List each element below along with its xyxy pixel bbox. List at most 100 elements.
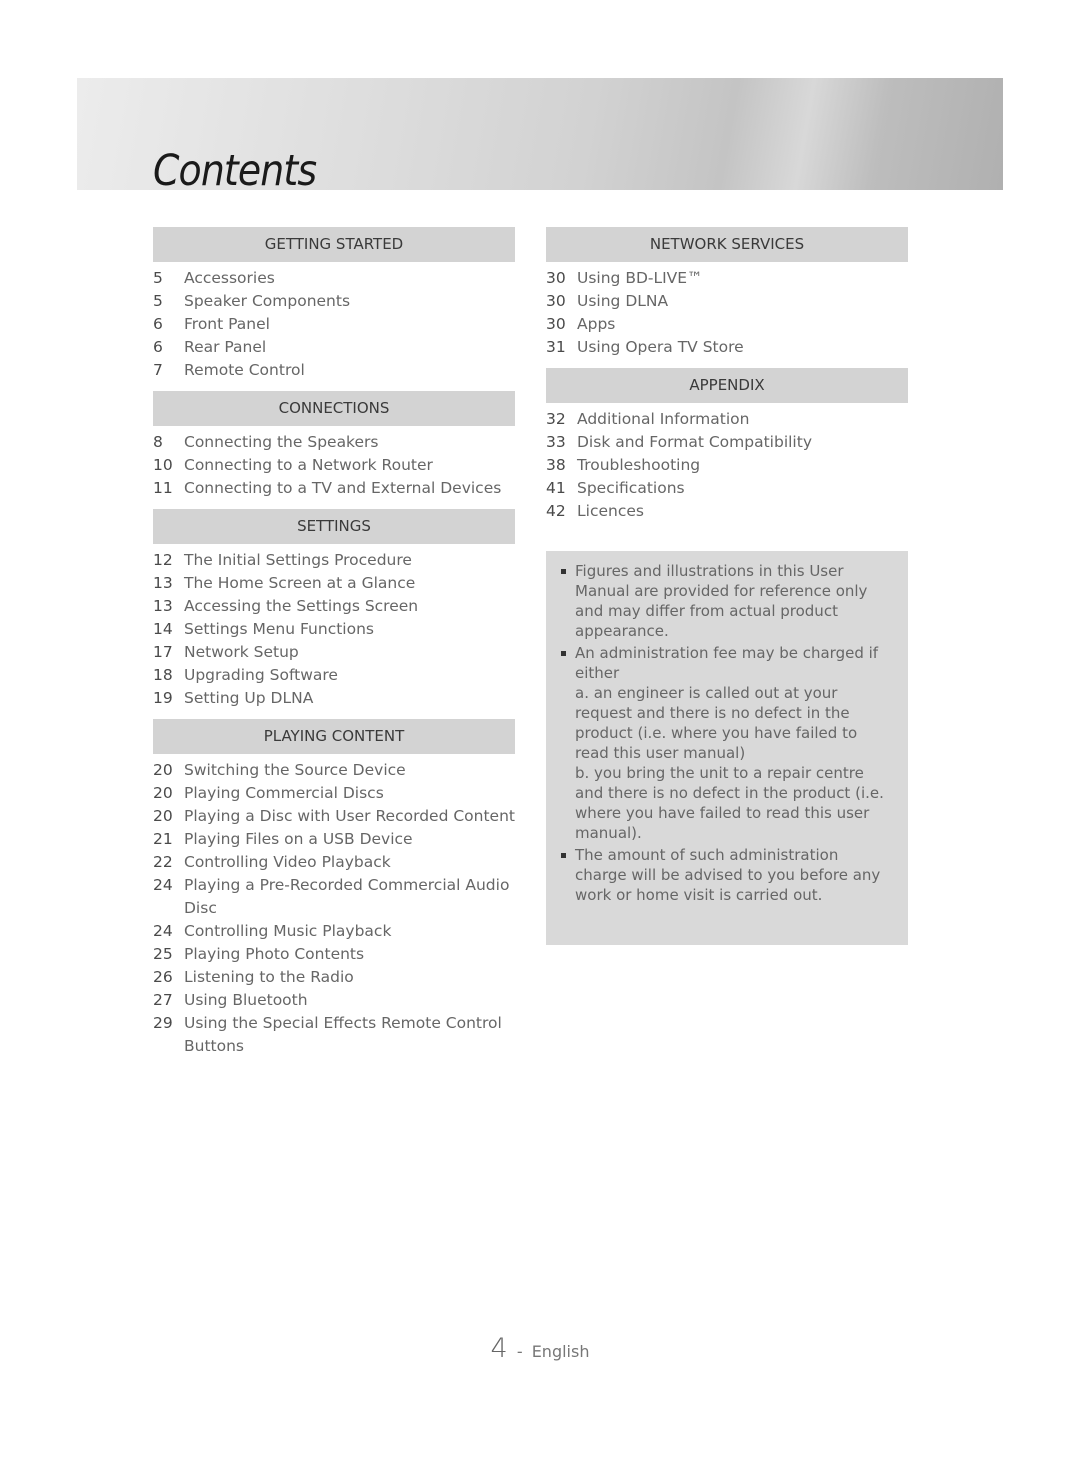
square-bullet-icon (558, 643, 575, 843)
footer-language: English (531, 1342, 590, 1361)
page-number: 33 (546, 433, 566, 451)
toc-entry[interactable]: 33 Disk and Format Compatibility (546, 431, 908, 454)
entry-title: Upgrading Software (184, 666, 338, 684)
page-footer: 4 - English (0, 1333, 1080, 1364)
toc-entry[interactable]: 27 Using Bluetooth (153, 989, 515, 1012)
toc-entry[interactable]: 13 The Home Screen at a Glance (153, 572, 515, 595)
page-number: 25 (153, 945, 173, 963)
toc-entry[interactable]: 30 Using DLNA (546, 290, 908, 313)
footer-separator: - (516, 1342, 523, 1361)
note-text: An administration fee may be charged if … (575, 644, 884, 842)
entry-title: Accessing the Settings Screen (184, 597, 419, 615)
toc-entry[interactable]: 20 Playing a Disc with User Recorded Cont… (153, 805, 515, 828)
toc-entry[interactable]: 19 Setting Up DLNA (153, 687, 515, 710)
toc-entry[interactable]: 5 Speaker Components (153, 290, 515, 313)
entry-title: Specifications (577, 479, 685, 497)
entry-title: Controlling Video Playback (184, 853, 391, 871)
section-header: SETTINGS (153, 509, 515, 544)
entry-title: Apps (577, 315, 616, 333)
toc-entry[interactable]: 38 Troubleshooting (546, 454, 908, 477)
entry-title: Playing Photo Contents (184, 945, 365, 963)
entry-title: Troubleshooting (577, 456, 701, 474)
toc-section-playing-content: PLAYING CONTENT 20 Switching the Source D… (153, 719, 515, 1058)
toc-entry[interactable]: 24 Playing a Pre-Recorded Commercial Audi… (153, 874, 515, 920)
square-bullet-icon (558, 561, 575, 641)
page-number: 7 (153, 361, 163, 379)
toc-entry[interactable]: 11 Connecting to a TV and External Device… (153, 477, 515, 500)
toc-entry[interactable]: 30 Using BD-LIVE™ (546, 267, 908, 290)
toc-entry[interactable]: 13 Accessing the Settings Screen (153, 595, 515, 618)
toc-entry[interactable]: 12 The Initial Settings Procedure (153, 549, 515, 572)
entry-title: Playing Files on a USB Device (184, 830, 413, 848)
toc-section-connections: CONNECTIONS 8 Connecting the Speakers 10 C… (153, 391, 515, 500)
toc-entry[interactable]: 26 Listening to the Radio (153, 966, 515, 989)
toc-entry[interactable]: 25 Playing Photo Contents (153, 943, 515, 966)
toc-entry[interactable]: 32 Additional Information (546, 408, 908, 431)
page-number: 22 (153, 853, 173, 871)
page-number: 20 (153, 761, 173, 779)
entry-title: Licences (577, 502, 644, 520)
toc-section-settings: SETTINGS 12 The Initial Settings Procedur… (153, 509, 515, 710)
page-number: 10 (153, 456, 173, 474)
toc-entry[interactable]: 10 Connecting to a Network Router (153, 454, 515, 477)
page-number: 20 (153, 784, 173, 802)
entry-title: Additional Information (577, 410, 750, 428)
page-number: 42 (546, 502, 566, 520)
section-header: NETWORK SERVICES (546, 227, 908, 262)
page-number: 26 (153, 968, 173, 986)
entry-title: Using Bluetooth (184, 991, 308, 1009)
toc-entry[interactable]: 31 Using Opera TV Store (546, 336, 908, 359)
toc-entry[interactable]: 17 Network Setup (153, 641, 515, 664)
toc-entry[interactable]: 7 Remote Control (153, 359, 515, 382)
page-number: 17 (153, 643, 173, 661)
toc-entry[interactable]: 6 Rear Panel (153, 336, 515, 359)
toc-entry[interactable]: 20 Playing Commercial Discs (153, 782, 515, 805)
entry-title: The Initial Settings Procedure (184, 551, 412, 569)
page-number: 21 (153, 830, 173, 848)
toc-entry[interactable]: 42 Licences (546, 500, 908, 523)
entry-title: Network Setup (184, 643, 299, 661)
page-number: 38 (546, 456, 566, 474)
entry-title: Speaker Components (184, 292, 351, 310)
page-number: 12 (153, 551, 173, 569)
toc-entry[interactable]: 41 Specifications (546, 477, 908, 500)
entry-title: Listening to the Radio (184, 968, 354, 986)
toc-entry[interactable]: 6 Front Panel (153, 313, 515, 336)
page-number: 14 (153, 620, 173, 638)
toc-entry[interactable]: 5 Accessories (153, 267, 515, 290)
page-number: 6 (153, 315, 163, 333)
page-number: 41 (546, 479, 566, 497)
entry-title: Playing Commercial Discs (184, 784, 384, 802)
entry-title: Front Panel (184, 315, 270, 333)
toc-entry[interactable]: 18 Upgrading Software (153, 664, 515, 687)
entry-title: Using the Special Effects Remote Control… (184, 1014, 502, 1055)
footer-page-number: 4 (490, 1333, 508, 1364)
page-number: 18 (153, 666, 173, 684)
toc-section-network-services: NETWORK SERVICES 30 Using BD-LIVE™ 30 Usin… (546, 227, 908, 359)
page-number: 30 (546, 315, 566, 333)
note-text: Figures and illustrations in this User M… (575, 562, 868, 640)
entry-title: Connecting to a TV and External Devices (184, 479, 502, 497)
entry-title: Using DLNA (577, 292, 669, 310)
section-header: CONNECTIONS (153, 391, 515, 426)
toc-entry[interactable]: 29 Using the Special Effects Remote Contr… (153, 1012, 515, 1058)
toc-entry[interactable]: 14 Settings Menu Functions (153, 618, 515, 641)
toc-entry[interactable]: 22 Controlling Video Playback (153, 851, 515, 874)
toc-entry[interactable]: 8 Connecting the Speakers (153, 431, 515, 454)
entry-title: Setting Up DLNA (184, 689, 314, 707)
page-number: 13 (153, 597, 173, 615)
toc-entry[interactable]: 30 Apps (546, 313, 908, 336)
contents-banner: Contents (77, 78, 1003, 196)
toc-right-column: NETWORK SERVICES 30 Using BD-LIVE™ 30 Usin… (546, 227, 908, 532)
entry-title: Disk and Format Compatibility (577, 433, 812, 451)
toc-entry[interactable]: 20 Switching the Source Device (153, 759, 515, 782)
page-number: 29 (153, 1014, 173, 1032)
page-number: 6 (153, 338, 163, 356)
section-header: APPENDIX (546, 368, 908, 403)
page-number: 24 (153, 876, 173, 894)
entry-title: Remote Control (184, 361, 305, 379)
page-number: 24 (153, 922, 173, 940)
section-header: GETTING STARTED (153, 227, 515, 262)
toc-entry[interactable]: 24 Controlling Music Playback (153, 920, 515, 943)
toc-entry[interactable]: 21 Playing Files on a USB Device (153, 828, 515, 851)
